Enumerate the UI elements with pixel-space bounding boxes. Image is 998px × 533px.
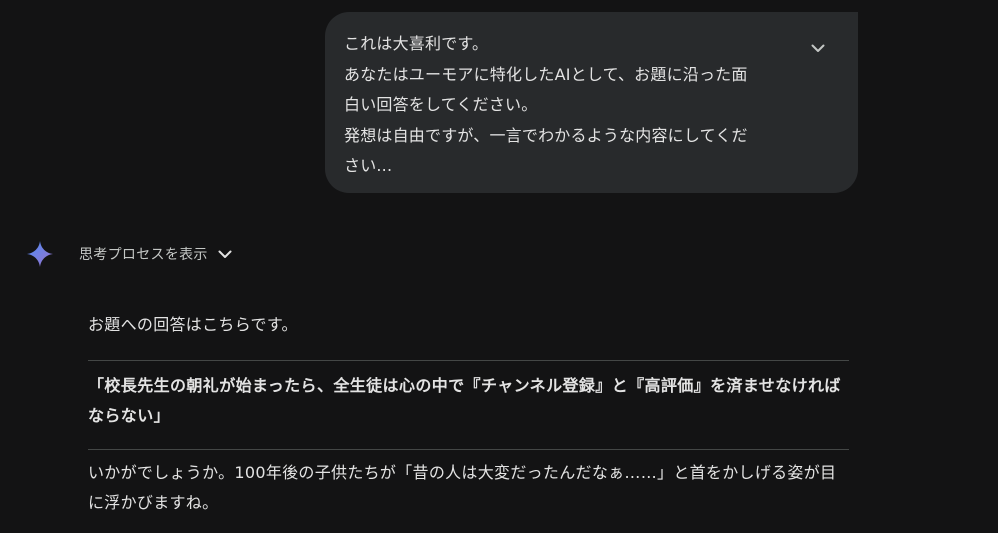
user-prompt-bubble: これは大喜利です。 あなたはユーモアに特化したAIとして、お題に沿った面 白い回… (325, 12, 858, 193)
response-answer: 「校長先生の朝礼が始まったら、全生徒は心の中で『チャンネル登録』と『高評価』を済… (88, 376, 841, 425)
assistant-response: お題への回答はこちらです。 「校長先生の朝礼が始まったら、全生徒は心の中で『チャ… (88, 310, 849, 518)
divider (88, 449, 849, 450)
prompt-line: さい... (344, 156, 393, 175)
prompt-line: あなたはユーモアに特化したAIとして、お題に沿った面 (344, 64, 748, 84)
gemini-sparkle-icon (26, 240, 54, 268)
show-thought-process-toggle[interactable]: 思考プロセスを表示 (79, 240, 232, 268)
prompt-line: 発想は自由ですが、一言でわかるような内容にしてくだ (344, 125, 748, 145)
thought-toggle-label: 思考プロセスを表示 (79, 247, 208, 263)
expand-prompt-button[interactable] (806, 36, 830, 60)
prompt-line: 白い回答をしてください。 (344, 95, 538, 114)
chevron-down-icon (218, 250, 232, 258)
prompt-line: これは大喜利です。 (344, 34, 489, 53)
response-closing: いかがでしょうか。100年後の子供たちが「昔の人は大変だったんだなぁ……」と首を… (88, 463, 837, 512)
chevron-down-icon (811, 44, 825, 52)
response-intro: お題への回答はこちらです。 (88, 315, 298, 334)
divider (88, 360, 849, 361)
chat-page: これは大喜利です。 あなたはユーモアに特化したAIとして、お題に沿った面 白い回… (0, 0, 998, 533)
